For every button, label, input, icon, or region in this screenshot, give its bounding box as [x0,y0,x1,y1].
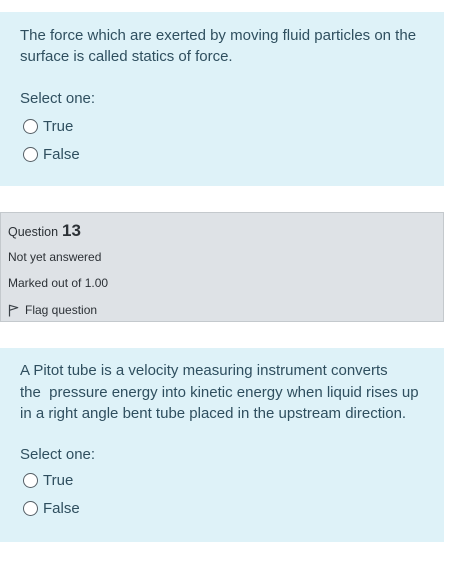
question-number: Question 13 [8,221,436,241]
question-12-select-prompt: Select one: [20,90,96,107]
question-12-card: The force which are exerted by moving fl… [0,12,444,186]
question-12-option-false[interactable]: False [23,146,424,163]
question-13-option-false[interactable]: False [23,500,424,517]
question-13-text-line: in a right angle bent tube placed in the… [20,405,407,422]
option-label: False [43,146,80,163]
radio-button-icon[interactable] [23,147,38,162]
question-13-card: A Pitot tube is a velocity measuring ins… [0,348,444,542]
flag-question-label: Flag question [25,303,98,317]
option-label: False [43,499,80,517]
question-grade: Marked out of 1.00 [8,276,109,290]
radio-button-icon[interactable] [23,119,38,134]
question-label: Question [8,225,59,239]
flag-question-button[interactable]: Flag question [8,303,436,317]
radio-button-icon[interactable] [23,500,38,516]
question-state: Not yet answered [8,250,102,264]
question-13-text: A Pitot tube is a velocity measuring ins… [20,348,424,425]
question-number-value: 13 [62,221,81,240]
question-13-info: Question 13 Not yet answered Marked out … [0,212,444,322]
flag-outline-icon [8,304,19,316]
question-13-text-line: the pressure energy into kinetic energy … [20,383,419,401]
option-label: True [43,118,74,135]
quiz-page: The force which are exerted by moving fl… [0,0,459,567]
question-12-option-true[interactable]: True [23,118,424,135]
option-label: True [43,471,74,489]
question-13-text-line: A Pitot tube is a velocity measuring ins… [20,362,388,379]
question-13-option-true[interactable]: True [23,472,424,489]
radio-button-icon[interactable] [23,472,38,488]
question-12-text: The force which are exerted by moving fl… [20,27,417,65]
question-13-select-prompt: Select one: [20,445,96,463]
